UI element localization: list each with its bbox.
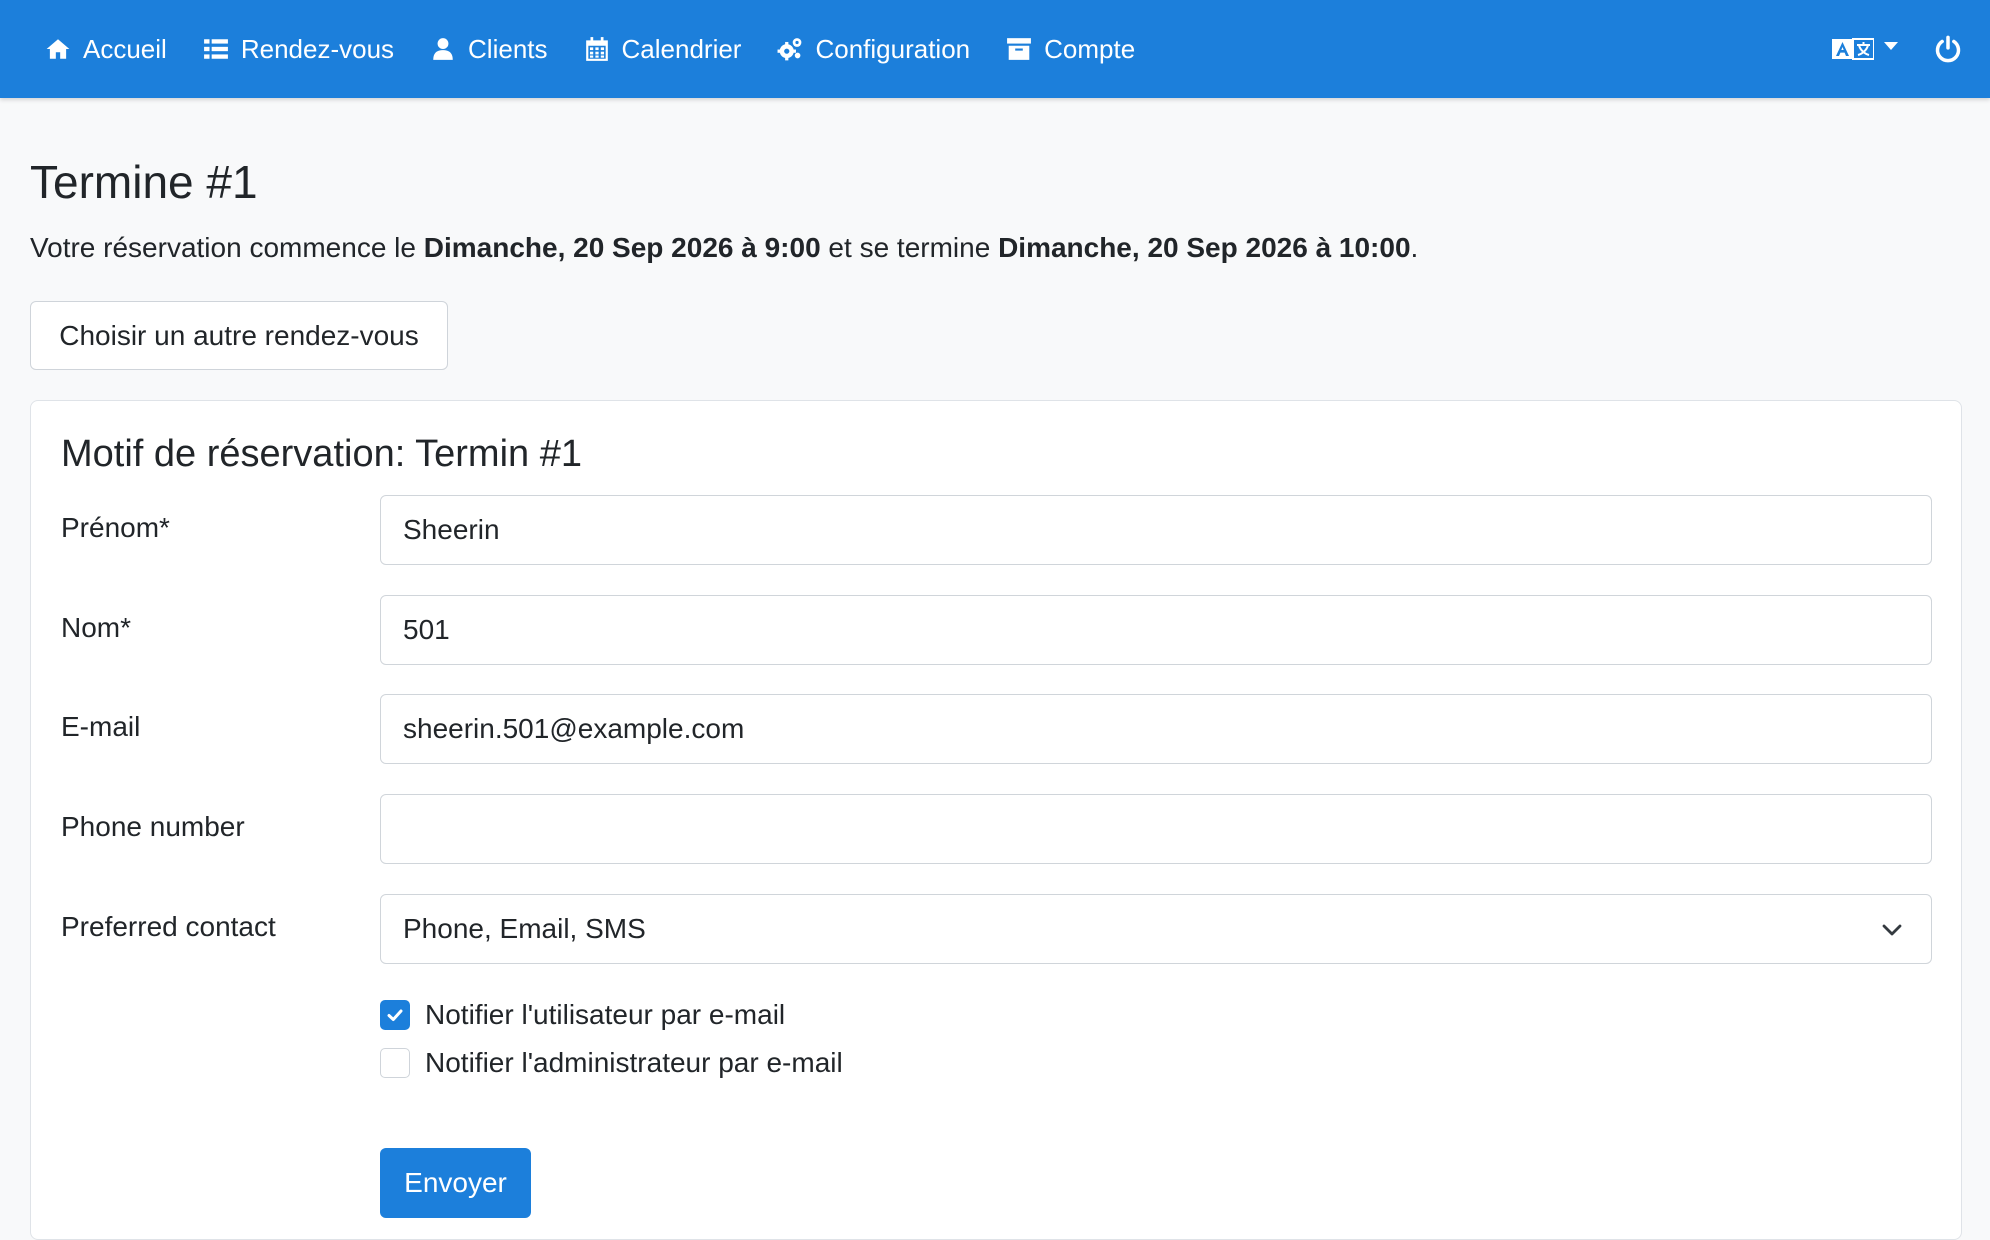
nav-item-label: Rendez-vous bbox=[240, 33, 395, 64]
booking-info-middle: et se termine bbox=[820, 232, 999, 263]
booking-form-card: Motif de réservation: Termin #1 Prénom* … bbox=[30, 400, 1962, 1240]
nav-right bbox=[1832, 35, 1962, 63]
list-icon bbox=[202, 35, 230, 63]
first-name-input[interactable] bbox=[380, 495, 1932, 565]
translate-icon bbox=[1832, 38, 1874, 60]
page-title: Termine #1 bbox=[30, 156, 258, 208]
first-name-label: Prénom* bbox=[61, 512, 170, 543]
chevron-down-icon bbox=[1884, 42, 1898, 50]
logout-button[interactable] bbox=[1934, 35, 1962, 63]
nav-item-compte[interactable]: Compte bbox=[1005, 34, 1135, 65]
archive-icon bbox=[1005, 35, 1033, 63]
power-icon bbox=[1935, 35, 1961, 63]
email-label: E-mail bbox=[61, 711, 141, 742]
nav-item-label: Clients bbox=[468, 33, 548, 64]
user-icon bbox=[429, 35, 457, 63]
nav-item-accueil[interactable]: Accueil bbox=[44, 34, 167, 65]
notify-admin-checkbox[interactable] bbox=[380, 1048, 410, 1078]
form-title: Motif de réservation: Termin #1 bbox=[61, 433, 582, 475]
notify-admin-option[interactable]: Notifier l'administrateur par e-mail bbox=[380, 1043, 843, 1083]
check-icon bbox=[387, 1009, 403, 1021]
booking-end: Dimanche, 20 Sep 2026 à 10:00 bbox=[998, 232, 1411, 263]
language-dropdown[interactable] bbox=[1832, 36, 1898, 62]
top-navbar: Accueil Rendez-vous Clients Calendrier C… bbox=[0, 0, 1990, 98]
nav-item-calendrier[interactable]: Calendrier bbox=[583, 33, 742, 65]
notify-user-option[interactable]: Notifier l'utilisateur par e-mail bbox=[380, 995, 785, 1035]
last-name-input[interactable] bbox=[380, 595, 1932, 665]
nav-item-label: Accueil bbox=[83, 33, 167, 64]
nav-item-label: Calendrier bbox=[621, 33, 742, 64]
booking-start: Dimanche, 20 Sep 2026 à 9:00 bbox=[423, 232, 821, 263]
chevron-down-icon bbox=[1882, 924, 1902, 936]
email-input[interactable] bbox=[380, 694, 1932, 764]
last-name-label: Nom* bbox=[61, 612, 132, 643]
gears-icon bbox=[776, 35, 804, 63]
nav-item-label: Compte bbox=[1044, 33, 1136, 64]
preferred-contact-value: Phone, Email, SMS bbox=[403, 913, 646, 944]
notify-admin-label: Notifier l'administrateur par e-mail bbox=[425, 1047, 843, 1078]
home-icon bbox=[44, 35, 72, 63]
booking-summary: Votre réservation commence le Dimanche, … bbox=[30, 228, 1418, 268]
nav-item-rendez-vous[interactable]: Rendez-vous bbox=[202, 34, 394, 65]
submit-button[interactable]: Envoyer bbox=[380, 1148, 531, 1218]
phone-input[interactable] bbox=[380, 794, 1932, 864]
nav-item-configuration[interactable]: Configuration bbox=[776, 34, 970, 65]
calendar-icon bbox=[583, 35, 611, 63]
nav-item-clients[interactable]: Clients bbox=[429, 33, 548, 65]
booking-info-prefix: Votre réservation commence le bbox=[30, 232, 424, 263]
nav-menu: Accueil Rendez-vous Clients Calendrier C… bbox=[44, 34, 1170, 65]
choose-other-appointment-button[interactable]: Choisir un autre rendez-vous bbox=[30, 301, 448, 370]
booking-info-suffix: . bbox=[1410, 232, 1419, 263]
preferred-contact-label: Preferred contact bbox=[61, 911, 276, 942]
preferred-contact-select[interactable]: Phone, Email, SMS bbox=[380, 894, 1932, 964]
notify-user-label: Notifier l'utilisateur par e-mail bbox=[425, 999, 786, 1030]
nav-item-label: Configuration bbox=[815, 33, 971, 64]
phone-label: Phone number bbox=[61, 811, 245, 842]
notify-user-checkbox[interactable] bbox=[380, 1000, 410, 1030]
